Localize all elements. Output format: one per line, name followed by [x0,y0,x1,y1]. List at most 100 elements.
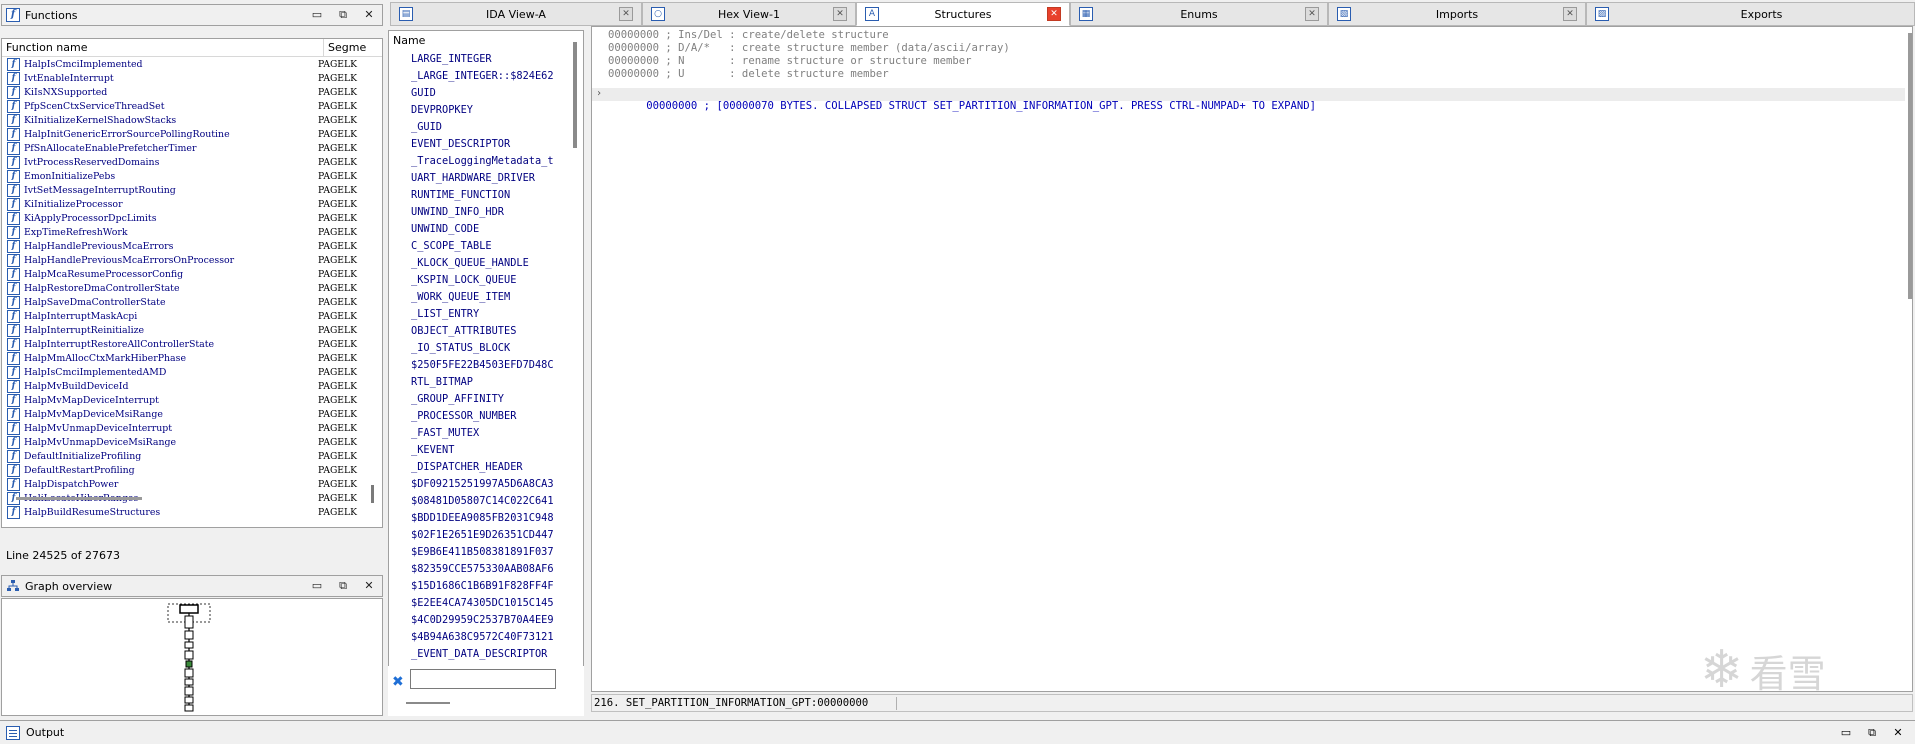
restore-icon[interactable]: ⧉ [330,579,356,593]
tab-imports[interactable]: ▧ Imports ✕ [1328,2,1586,26]
structures-horizontal-scrollbar[interactable] [406,702,450,704]
function-row[interactable]: f HalpInterruptRestoreAllControllerState P… [2,337,382,351]
structure-item[interactable]: _WORK_QUEUE_ITEM [389,289,583,306]
function-row[interactable]: f HalpSaveDmaControllerState PAGELK [2,295,382,309]
code-line[interactable]: 00000000 ; D/A/* : create structure memb… [608,42,1010,55]
function-row[interactable]: f IvtSetMessageInterruptRouting PAGELK [2,183,382,197]
function-row[interactable]: f HalpInterruptReinitialize PAGELK [2,323,382,337]
restore-icon[interactable]: ⧉ [1859,726,1885,740]
function-row[interactable]: f HalpMvMapDeviceMsiRange PAGELK [2,407,382,421]
functions-vertical-scrollbar[interactable] [366,79,378,505]
functions-table[interactable]: Function name Segme f HalpIsCmciImplement… [1,38,383,528]
structure-item[interactable]: DEVPROPKEY [389,102,583,119]
structure-item[interactable]: _FAST_MUTEX [389,425,583,442]
function-row[interactable]: f HalpHandlePreviousMcaErrors PAGELK [2,239,382,253]
function-row[interactable]: f PfpScenCtxServiceThreadSet PAGELK [2,99,382,113]
structure-item[interactable]: _LARGE_INTEGER::$824E62 [389,68,583,85]
function-row[interactable]: f HalpBuildResumeStructures PAGELK [2,505,382,519]
function-row[interactable]: f HalpMvUnmapDeviceInterrupt PAGELK [2,421,382,435]
structures-view-scrollbar[interactable] [1908,33,1912,299]
function-row[interactable]: f HalpIsCmciImplementedAMD PAGELK [2,365,382,379]
tab-structures[interactable]: A Structures ✕ [856,2,1070,26]
column-header-function-name[interactable]: Function name [2,39,324,56]
functions-pane-titlebar[interactable]: f Functions ▭ ⧉ ✕ [1,4,383,26]
function-row[interactable]: f HalpIsCmciImplemented PAGELK [2,57,382,71]
function-row[interactable]: f IvtProcessReservedDomains PAGELK [2,155,382,169]
close-icon[interactable]: ✕ [833,7,847,21]
close-icon[interactable]: ✕ [1305,7,1319,21]
structure-item[interactable]: _IO_STATUS_BLOCK [389,340,583,357]
structures-filter-input[interactable] [410,669,556,689]
function-row[interactable]: f ExpTimeRefreshWork PAGELK [2,225,382,239]
function-row[interactable]: f HalpMmAllocCtxMarkHiberPhase PAGELK [2,351,382,365]
structure-item[interactable]: $82359CCE575330AAB08AF6 [389,561,583,578]
structure-item[interactable]: $BDD1DEEA9085FB2031C948 [389,510,583,527]
restore-icon[interactable]: ⧉ [330,8,356,22]
column-header-segment[interactable]: Segme [324,41,366,54]
function-row[interactable]: f KiInitializeProcessor PAGELK [2,197,382,211]
structure-item[interactable]: $08481D05807C14C022C641 [389,493,583,510]
structure-item[interactable]: $E9B6E411B508381891F037 [389,544,583,561]
structure-item[interactable]: $15D1686C1B6B91F828FF4F [389,578,583,595]
structure-item[interactable]: RTL_BITMAP [389,374,583,391]
function-row[interactable]: f HalpMvUnmapDeviceMsiRange PAGELK [2,435,382,449]
structure-item[interactable]: _GUID [389,119,583,136]
structure-item[interactable]: UNWIND_INFO_HDR [389,204,583,221]
function-row[interactable]: f EmonInitializePebs PAGELK [2,169,382,183]
code-line[interactable]: 00000000 ; N : rename structure or struc… [608,55,972,68]
structure-item[interactable]: EVENT_DESCRIPTOR [389,136,583,153]
structure-item[interactable]: _DISPATCHER_HEADER [389,459,583,476]
structure-item[interactable]: $4B94A638C9572C40F73121 [389,629,583,646]
filter-clear-icon[interactable]: ✖ [392,674,404,690]
structure-item[interactable]: RUNTIME_FUNCTION [389,187,583,204]
close-icon[interactable]: ✕ [1885,726,1911,740]
structure-item[interactable]: _KLOCK_QUEUE_HANDLE [389,255,583,272]
close-icon[interactable]: ✕ [356,8,382,22]
function-row[interactable]: f HalpRestoreDmaControllerState PAGELK [2,281,382,295]
collapsed-struct-line[interactable]: › 00000000 ; [00000070 BYTES. COLLAPSED S… [592,88,1905,112]
function-row[interactable]: f KiInitializeKernelShadowStacks PAGELK [2,113,382,127]
structure-item[interactable]: _KEVENT [389,442,583,459]
function-row[interactable]: f IvtEnableInterrupt PAGELK [2,71,382,85]
function-row[interactable]: f KiIsNXSupported PAGELK [2,85,382,99]
function-row[interactable]: f HalpInterruptMaskAcpi PAGELK [2,309,382,323]
structures-view[interactable]: 00000000 ; Ins/Del : create/delete struc… [591,26,1913,692]
structure-item[interactable]: UNWIND_CODE [389,221,583,238]
function-row[interactable]: f KiApplyProcessorDpcLimits PAGELK [2,211,382,225]
structure-item[interactable]: $02F1E2651E9D26351CD447 [389,527,583,544]
function-row[interactable]: f HalpDispatchPower PAGELK [2,477,382,491]
minimize-icon[interactable]: ▭ [304,8,330,22]
function-row[interactable]: f HalpInitGenericErrorSourcePollingRoutin… [2,127,382,141]
structure-item[interactable]: _LIST_ENTRY [389,306,583,323]
structure-item[interactable]: C_SCOPE_TABLE [389,238,583,255]
function-row[interactable]: f HalpMvBuildDeviceId PAGELK [2,379,382,393]
structure-item[interactable]: OBJECT_ATTRIBUTES [389,323,583,340]
close-icon[interactable]: ✕ [356,579,382,593]
minimize-icon[interactable]: ▭ [304,579,330,593]
function-row[interactable]: f DefaultInitializeProfiling PAGELK [2,449,382,463]
close-icon[interactable]: ✕ [1047,7,1061,21]
tab-ida-view-a[interactable]: ▤ IDA View-A ✕ [390,2,642,26]
structure-item[interactable]: $4C0D29959C2537B70A4EE9 [389,612,583,629]
output-pane-titlebar[interactable]: Output ▭ ⧉ ✕ [0,720,1915,744]
structure-item[interactable]: UART_HARDWARE_DRIVER [389,170,583,187]
close-icon[interactable]: ✕ [1563,7,1577,21]
function-row[interactable]: f HalpMvMapDeviceInterrupt PAGELK [2,393,382,407]
structures-list-header[interactable]: Name [389,31,583,51]
close-icon[interactable]: ✕ [619,7,633,21]
function-row[interactable]: f HalpMcaResumeProcessorConfig PAGELK [2,267,382,281]
structure-item[interactable]: _PROCESSOR_NUMBER [389,408,583,425]
structure-item[interactable]: _TraceLoggingMetadata_t [389,153,583,170]
expand-arrow-icon[interactable]: › [596,88,602,99]
structure-item[interactable]: GUID [389,85,583,102]
function-row[interactable]: f PfSnAllocateEnablePrefetcherTimer PAGELK [2,141,382,155]
structure-item[interactable]: _EVENT_DATA_DESCRIPTOR [389,646,583,663]
minimize-icon[interactable]: ▭ [1833,726,1859,740]
tab-hex-view-1[interactable]: ○ Hex View-1 ✕ [642,2,856,26]
graph-overview-canvas[interactable] [1,598,383,716]
functions-horizontal-scrollbar[interactable] [16,497,142,500]
structure-item[interactable]: $250F5FE22B4503EFD7D48C [389,357,583,374]
graph-overview-titlebar[interactable]: Graph overview ▭ ⧉ ✕ [1,575,383,597]
code-line[interactable]: 00000000 ; U : delete structure member [608,68,889,81]
tab-enums[interactable]: ▦ Enums ✕ [1070,2,1328,26]
